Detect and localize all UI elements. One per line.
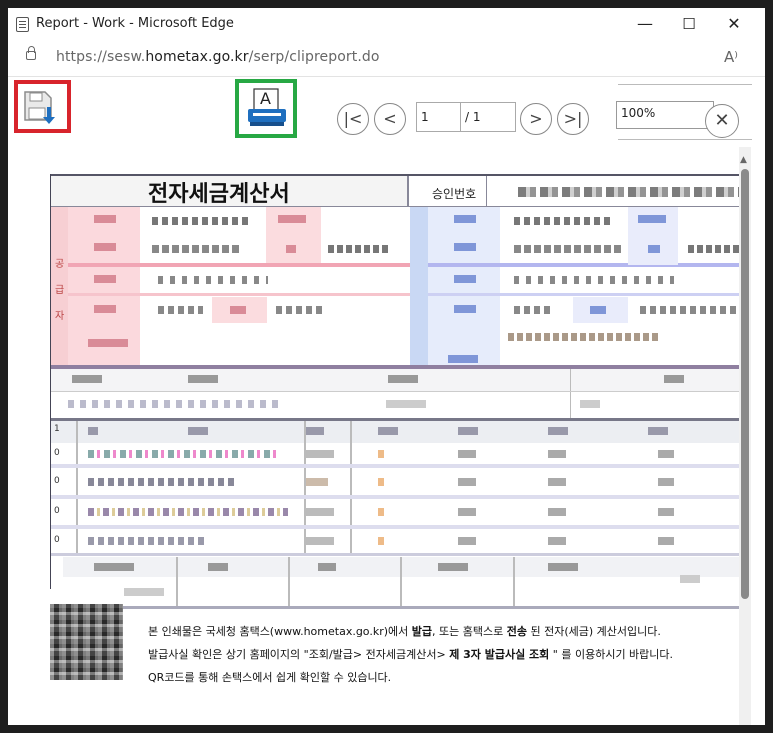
approval-number-value <box>518 187 740 197</box>
last-page-button[interactable]: >| <box>557 103 589 135</box>
url-path: /serp/clipreport.do <box>248 49 380 65</box>
supplier-label-3: 자 <box>55 311 65 322</box>
page-number-input[interactable] <box>416 102 462 132</box>
zoom-field[interactable]: 100% <box>616 101 714 129</box>
report-toolbar: A |< < / 1 > >| 100% ✕ <box>8 77 765 147</box>
url-field[interactable]: https://sesw.hometax.go.kr/serp/cliprepo… <box>56 49 380 65</box>
report-viewer: 전자세금계산서 승인번호 공 급 자 1 0 0 0 0 본 인쇄물은 국세청 … <box>8 147 765 725</box>
print-icon-letter: A <box>260 89 271 108</box>
read-aloud-icon[interactable]: A⁾ <box>724 48 738 66</box>
item-row-mark-2: 0 <box>54 448 60 458</box>
item-row-mark-1: 1 <box>54 424 60 434</box>
lock-icon[interactable] <box>26 46 36 60</box>
title-bar: Report - Work - Microsoft Edge — ☐ ✕ <box>8 8 765 40</box>
scroll-up-arrow-icon[interactable]: ▲ <box>740 155 747 165</box>
footer-line-2: 발급사실 확인은 상기 홈페이지의 "조회/발급> 전자세금계산서> 제 3자 … <box>148 648 674 661</box>
item-row-mark-4: 0 <box>54 506 60 516</box>
supplier-label-2: 급 <box>55 285 65 296</box>
footer-line-1: 본 인쇄물은 국세청 홈택스(www.hometax.go.kr)에서 발급, … <box>148 625 661 638</box>
next-page-button[interactable]: > <box>520 103 552 135</box>
url-domain: hometax.go.kr <box>145 49 249 65</box>
close-report-button[interactable]: ✕ <box>705 104 739 138</box>
address-bar: https://sesw.hometax.go.kr/serp/cliprepo… <box>8 40 765 77</box>
item-row-mark-5: 0 <box>54 535 60 545</box>
page-icon <box>16 17 29 32</box>
url-prefix: https://sesw. <box>56 49 146 65</box>
scroll-thumb[interactable] <box>741 169 749 599</box>
document-title: 전자세금계산서 <box>148 182 290 207</box>
item-row-mark-3: 0 <box>54 476 60 486</box>
maximize-button[interactable]: ☐ <box>666 8 712 40</box>
save-download-icon[interactable] <box>22 89 62 129</box>
minimize-button[interactable]: — <box>622 8 668 40</box>
qr-code <box>50 604 123 680</box>
footer-line-3: QR코드를 통해 손택스에서 쉽게 확인할 수 있습니다. <box>148 671 392 684</box>
close-window-button[interactable]: ✕ <box>711 8 757 40</box>
approval-number-label: 승인번호 <box>432 187 477 201</box>
first-page-button[interactable]: |< <box>337 103 369 135</box>
prev-page-button[interactable]: < <box>374 103 406 135</box>
window-title: Report - Work - Microsoft Edge <box>36 16 234 31</box>
supplier-label-1: 공 <box>55 259 65 270</box>
total-pages-field: / 1 <box>460 102 516 132</box>
browser-window: Report - Work - Microsoft Edge — ☐ ✕ htt… <box>8 8 765 725</box>
